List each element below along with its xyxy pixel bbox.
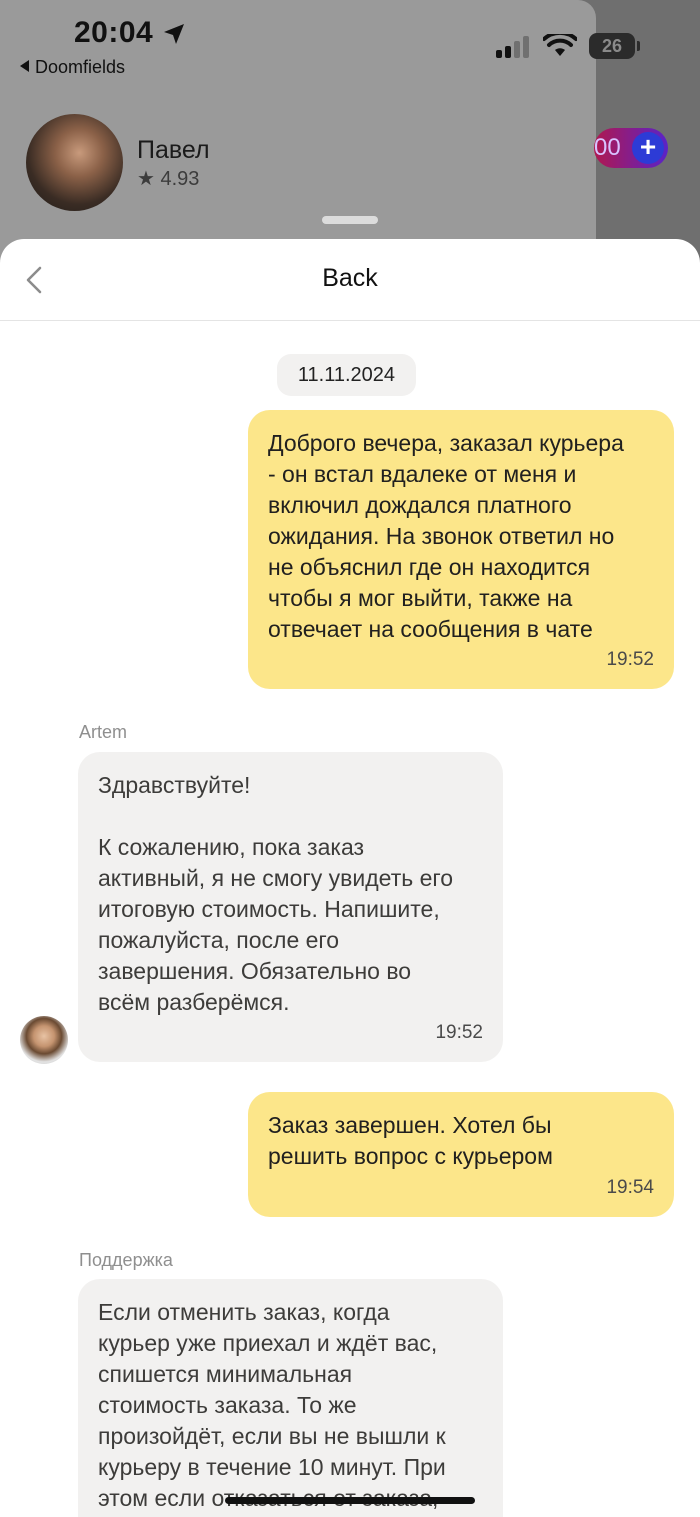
wifi-icon [543,34,577,56]
date-separator: 11.11.2024 [277,354,416,396]
battery-icon: 26 [589,33,635,59]
driver-name: Павел [137,136,210,164]
message-time: 19:52 [435,1022,483,1043]
sender-name: Artem [79,722,128,742]
sender-name: Поддержка [79,1250,173,1270]
back-to-app-link[interactable]: Doomfields [20,57,125,78]
outgoing-message: Заказ завершен. Хотел бы решить вопрос с… [248,1092,674,1217]
chat-sheet: Back 11.11.2024 Доброго вечера, заказал … [0,239,700,1517]
back-app-label: Doomfields [35,57,126,77]
plus-icon: + [632,132,664,164]
outgoing-message: Доброго вечера, заказал курьера - он вст… [248,410,674,689]
chat-header: Back [0,239,700,321]
chat-title: Back [322,264,378,292]
promo-pill-text: 00 [594,134,621,161]
driver-avatar [26,114,123,211]
agent-avatar [20,1016,68,1064]
message-text: Если отменить заказ, когда курьер уже пр… [98,1299,446,1511]
message-text: Заказ завершен. Хотел бы решить вопрос с… [268,1112,553,1169]
home-indicator [225,1497,475,1504]
incoming-message: Здравствуйте! К сожалению, пока заказ ак… [78,752,503,1062]
incoming-message: Если отменить заказ, когда курьер уже пр… [78,1279,503,1517]
message-time: 19:52 [606,649,654,670]
sheet-grabber[interactable] [322,216,378,224]
location-arrow-icon [164,24,184,44]
message-text: Доброго вечера, заказал курьера - он вст… [268,430,624,642]
status-bar-time: 20:04 [74,16,154,49]
driver-rating: ★ 4.93 [137,168,200,190]
battery-tip [637,41,640,51]
message-time: 19:54 [606,1177,654,1198]
message-text: Здравствуйте! К сожалению, пока заказ ак… [98,772,454,1015]
back-triangle-icon [20,60,29,72]
cellular-signal-icon [496,36,532,58]
promo-pill: 00 + [594,128,668,168]
